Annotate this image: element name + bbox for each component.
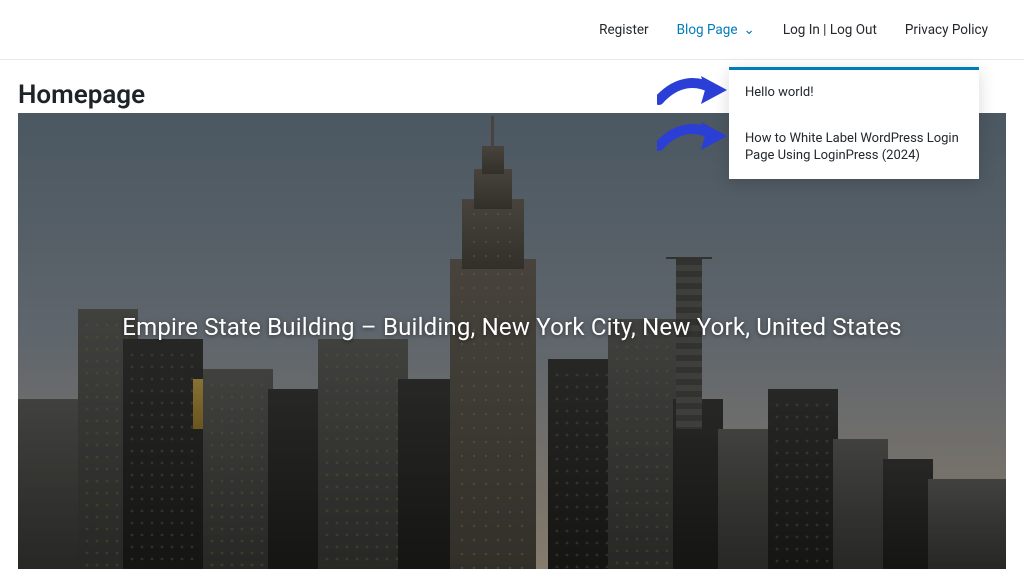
nav-register[interactable]: Register [585, 22, 662, 38]
nav-label: Blog Page [677, 22, 738, 38]
submenu-item-white-label[interactable]: How to White Label WordPress Login Page … [729, 116, 979, 179]
nav-label: Register [599, 22, 648, 38]
nav-label: Log In | Log Out [783, 22, 877, 38]
submenu-item-hello-world[interactable]: Hello world! [729, 70, 979, 116]
hero-image [18, 113, 1006, 569]
chevron-down-icon: ⌄ [744, 22, 755, 38]
blog-page-submenu: Hello world! How to White Label WordPres… [729, 67, 979, 179]
hero-banner: Empire State Building – Building, New Yo… [18, 113, 1006, 569]
submenu-item-label: How to White Label WordPress Login Page … [745, 131, 959, 164]
nav-privacy-policy[interactable]: Privacy Policy [891, 22, 1002, 38]
nav-blog-page[interactable]: Blog Page ⌄ [663, 22, 769, 38]
annotation-arrow-icon [657, 72, 727, 112]
top-nav: Register Blog Page ⌄ Log In | Log Out Pr… [0, 0, 1024, 60]
nav-login-logout[interactable]: Log In | Log Out [769, 22, 891, 38]
nav-label: Privacy Policy [905, 22, 988, 38]
submenu-item-label: Hello world! [745, 85, 814, 100]
annotation-arrow-icon [657, 118, 727, 158]
hero-title: Empire State Building – Building, New Yo… [18, 313, 1006, 341]
